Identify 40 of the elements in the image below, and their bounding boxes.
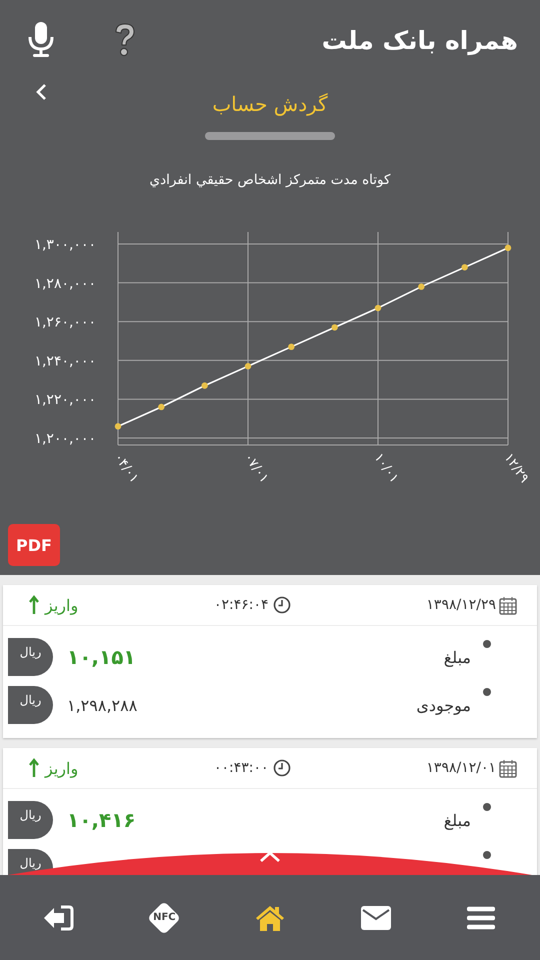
transaction-date: ۱۳۹۸/۱۲/۰۱ [426, 760, 496, 776]
clock-icon [272, 596, 291, 614]
amount-value: ۱۰,۴۱۶ [67, 808, 136, 832]
currency-label: ریال [8, 801, 53, 839]
transaction-time: ۰۰:۴۳:۰۰ [214, 760, 269, 776]
clock-icon [272, 759, 291, 777]
x-tick-label: ۱۲/۲۹ [500, 450, 532, 486]
y-tick-label: ۱,۲۶۰,۰۰۰ [34, 314, 96, 331]
calendar-icon [499, 758, 517, 778]
app-title: همراه بانک ملت [322, 26, 518, 54]
x-tick-label: ۱۰/۰۱ [370, 450, 402, 486]
amount-value: ۱۰,۱۵۱ [67, 645, 136, 669]
y-tick-label: ۱,۲۸۰,۰۰۰ [34, 276, 96, 292]
currency-label: ریال [8, 638, 53, 676]
transaction-type: واریز [45, 596, 78, 615]
page-title: گردش حساب [211, 92, 329, 116]
x-tick-label: ۰۷/۰۱ [240, 450, 272, 486]
y-tick-label: ۱,۳۰۰,۰۰۰ [34, 237, 96, 253]
transaction-type: واریز [45, 759, 78, 778]
bullet-icon [483, 688, 491, 696]
transaction-time: ۰۲:۴۶:۰۴ [214, 597, 269, 613]
pdf-button[interactable]: PDF [8, 524, 60, 566]
row-label: مبلغ [444, 648, 471, 666]
transaction-date: ۱۳۹۸/۱۲/۲۹ [426, 597, 496, 613]
back-icon[interactable] [34, 82, 48, 102]
row-label: مبلغ [444, 810, 471, 830]
y-tick-label: ۱,۲۰۰,۰۰۰ [34, 431, 96, 447]
row-label: موجودی [416, 696, 471, 714]
bullet-icon [483, 803, 491, 811]
currency-label: ریال [8, 686, 53, 724]
bullet-icon [483, 851, 491, 859]
bullet-icon [483, 640, 491, 648]
nfc-button[interactable]: NFC [134, 892, 194, 942]
balance-value: ۱,۲۹۸,۲۸۸ [67, 696, 138, 714]
calendar-icon [499, 596, 517, 614]
y-tick-label: ۱,۲۴۰,۰۰۰ [34, 353, 96, 370]
account-type: کوتاه مدت متمرکز اشخاص حقيقي انفرادي [148, 172, 392, 188]
y-tick-label: ۱,۲۲۰,۰۰۰ [34, 392, 96, 408]
microphone-icon[interactable] [26, 21, 56, 59]
x-tick-label: ۰۴/۰۱ [110, 450, 142, 486]
